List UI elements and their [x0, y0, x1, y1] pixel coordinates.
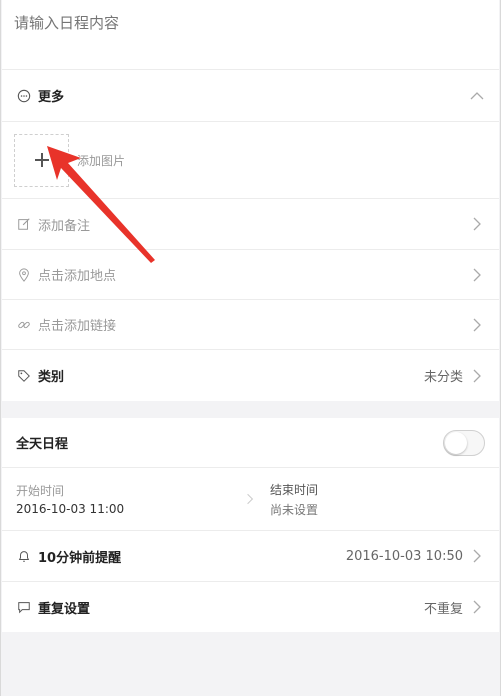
chevron-right-icon — [469, 267, 485, 283]
details-card: 更多 添加图片 添加备注 点击添加地点 点击添加链接 类别 未分类 — [2, 70, 499, 401]
chevron-right-icon — [469, 548, 485, 564]
end-time-value: 尚未设置 — [270, 502, 319, 517]
repeat-icon — [16, 599, 32, 615]
add-image-button[interactable] — [14, 133, 69, 187]
end-time[interactable]: 结束时间 尚未设置 — [270, 468, 318, 530]
link-label: 点击添加链接 — [38, 319, 117, 334]
start-time-value: 2016-10-03 11:00 — [16, 502, 125, 516]
link-row[interactable]: 点击添加链接 — [2, 300, 499, 350]
category-row[interactable]: 类别 未分类 — [2, 350, 499, 401]
end-time-label: 结束时间 — [270, 482, 319, 497]
more-label: 更多 — [38, 90, 65, 105]
note-row[interactable]: 添加备注 — [2, 199, 499, 250]
app-frame: 更多 添加图片 添加备注 点击添加地点 — [0, 0, 501, 696]
repeat-row[interactable]: 重复设置 不重复 — [2, 582, 499, 632]
schedule-card: 全天日程 开始时间 2016-10-03 11:00 结束时间 尚未设置 10分… — [2, 418, 499, 632]
reminder-value: 2016-10-03 10:50 — [345, 548, 463, 564]
location-row[interactable]: 点击添加地点 — [2, 250, 499, 300]
chevron-right-icon — [469, 216, 485, 232]
chevron-right-icon — [469, 599, 485, 615]
chevron-right-icon — [469, 317, 485, 333]
start-time[interactable]: 开始时间 2016-10-03 11:00 — [16, 468, 246, 530]
reminder-label: 10分钟前提醒 — [38, 550, 122, 566]
tag-icon — [16, 368, 32, 384]
more-row[interactable]: 更多 — [2, 70, 499, 122]
note-label: 添加备注 — [38, 218, 91, 234]
location-pin-icon — [16, 267, 32, 283]
reminder-row[interactable]: 10分钟前提醒 2016-10-03 10:50 — [2, 531, 499, 582]
category-label: 类别 — [38, 370, 65, 385]
repeat-label: 重复设置 — [38, 601, 91, 617]
image-row: 添加图片 — [2, 122, 499, 199]
edit-icon — [16, 216, 32, 232]
start-time-label: 开始时间 — [16, 484, 65, 498]
chevron-right-icon — [247, 493, 254, 505]
chevron-up-icon[interactable] — [469, 88, 485, 104]
category-value: 未分类 — [423, 370, 463, 385]
all-day-row: 全天日程 — [2, 418, 499, 468]
add-image-label: 添加图片 — [77, 153, 126, 168]
plus-icon — [34, 153, 49, 167]
all-day-toggle[interactable] — [443, 429, 485, 456]
title-input[interactable] — [14, 10, 484, 36]
all-day-label: 全天日程 — [16, 437, 69, 452]
chevron-right-icon — [469, 368, 485, 384]
repeat-value: 不重复 — [423, 601, 463, 617]
time-row: 开始时间 2016-10-03 11:00 结束时间 尚未设置 — [2, 468, 499, 531]
toggle-knob — [445, 431, 467, 454]
location-label: 点击添加地点 — [38, 269, 117, 284]
bell-icon — [16, 548, 32, 564]
title-section — [2, 0, 499, 70]
link-icon — [16, 317, 32, 333]
time-arrow — [246, 468, 270, 530]
more-dots-icon — [16, 88, 32, 104]
